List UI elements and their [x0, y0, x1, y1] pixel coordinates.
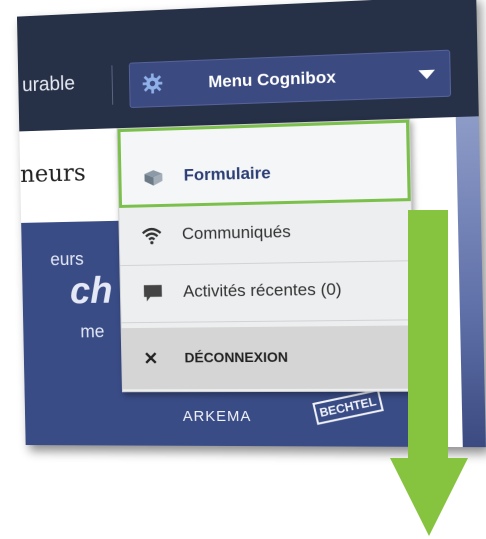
- banner-text-2: ch: [69, 270, 113, 312]
- banner-text-3: me: [80, 321, 105, 342]
- menu-dropdown: Formulaire Communiqués Activités récente…: [116, 118, 416, 393]
- menu-button-label: Menu Cognibox: [208, 67, 337, 92]
- brand-text: urable: [21, 72, 76, 97]
- menu-item-activites-recentes[interactable]: Activités récentes (0): [120, 260, 414, 324]
- menu-item-formulaire[interactable]: Formulaire: [117, 119, 411, 208]
- menu-item-label: Activités récentes (0): [182, 279, 342, 301]
- menu-cognibox-button[interactable]: Menu Cognibox: [128, 49, 452, 109]
- right-background-panel: [455, 115, 486, 448]
- green-arrow-shaft: [408, 210, 448, 462]
- arrow-down-icon: [390, 458, 468, 536]
- banner-text-1: eurs: [50, 249, 84, 270]
- nav-divider: [111, 65, 114, 105]
- screenshot-card: urable Menu Cognibox neurs eurs ch me AR…: [0, 0, 486, 539]
- wifi-icon: [141, 225, 163, 245]
- menu-item-label: DÉCONNEXION: [184, 348, 289, 366]
- box-icon: [144, 169, 163, 186]
- menu-item-communiques[interactable]: Communiqués: [119, 201, 413, 267]
- bechtel-logo: BECHTEL: [312, 389, 384, 425]
- chat-icon: [143, 284, 163, 302]
- gear-icon: [142, 73, 163, 94]
- top-navigation-bar: urable Menu Cognibox: [16, 0, 479, 132]
- menu-item-label: Communiqués: [181, 222, 291, 244]
- menu-item-label: Formulaire: [183, 163, 271, 185]
- arkema-logo: ARKEMA: [182, 408, 252, 426]
- page-heading-fragment: neurs: [19, 158, 86, 188]
- x-icon: ✕: [143, 348, 159, 369]
- chevron-down-icon: [418, 69, 436, 80]
- menu-item-deconnexion[interactable]: ✕ DÉCONNEXION: [121, 325, 415, 390]
